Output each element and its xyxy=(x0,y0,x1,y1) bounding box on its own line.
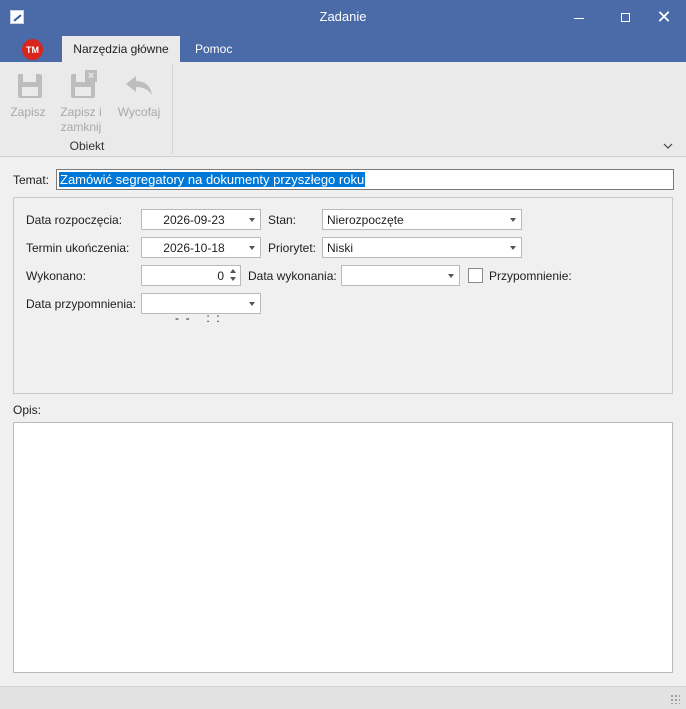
reminder-date-label: Data przypomnienia: xyxy=(26,297,137,311)
close-button[interactable]: ✕ xyxy=(641,0,686,34)
stan-value: Nierozpoczęte xyxy=(327,213,404,227)
ribbon-tab-row: TM Narzędzia główne Pomoc xyxy=(0,34,686,62)
done-percent-stepper[interactable]: 0 xyxy=(141,265,241,286)
save-close-icon: × xyxy=(65,70,97,102)
spin-up-icon[interactable] xyxy=(230,269,236,273)
spin-down-icon[interactable] xyxy=(230,277,236,281)
temat-value: Zamówić segregatory na dokumenty przyszł… xyxy=(59,172,366,187)
temat-input[interactable]: Zamówić segregatory na dokumenty przyszł… xyxy=(56,169,674,190)
tab-help[interactable]: Pomoc xyxy=(195,36,232,62)
ribbon-group-label: Obiekt xyxy=(69,139,105,153)
ribbon-group-separator xyxy=(172,64,173,154)
start-date-label: Data rozpoczęcia: xyxy=(26,213,123,227)
chevron-down-icon xyxy=(448,274,454,278)
app-menu-badge[interactable]: TM xyxy=(22,39,43,60)
save-close-label-line1: Zapisz i xyxy=(60,105,102,119)
chevron-down-icon xyxy=(510,246,516,250)
due-date-label: Termin ukończenia: xyxy=(26,241,130,255)
chevron-down-icon xyxy=(249,218,255,222)
undo-button[interactable]: Wycofaj xyxy=(114,62,164,120)
opis-label: Opis: xyxy=(13,403,42,417)
save-label: Zapisz xyxy=(10,105,46,119)
minimize-icon xyxy=(574,17,584,19)
done-date-label: Data wykonania: xyxy=(248,269,337,283)
reminder-checkbox[interactable] xyxy=(468,268,483,283)
undo-label: Wycofaj xyxy=(117,105,161,119)
save-close-label-line2: zamknij xyxy=(60,120,102,134)
done-date-picker[interactable] xyxy=(341,265,460,286)
due-date-value: 2026-10-18 xyxy=(163,241,225,255)
start-date-value: 2026-09-23 xyxy=(163,213,225,227)
priority-value: Niski xyxy=(327,241,353,255)
close-icon: ✕ xyxy=(656,6,672,27)
reminder-date-picker[interactable]: - - : : xyxy=(141,293,261,325)
stan-label: Stan: xyxy=(268,213,297,227)
done-label: Wykonano: xyxy=(26,269,86,283)
minimize-button[interactable] xyxy=(556,0,602,34)
chevron-down-icon xyxy=(249,246,255,250)
save-button[interactable]: Zapisz xyxy=(8,62,48,120)
resize-grip-icon[interactable] xyxy=(670,694,680,704)
priority-select[interactable]: Niski xyxy=(322,237,522,258)
opis-textarea[interactable] xyxy=(13,422,673,673)
temat-label: Temat: xyxy=(13,173,50,187)
maximize-icon xyxy=(620,12,630,22)
save-icon xyxy=(12,70,44,102)
priority-label: Priorytet: xyxy=(268,241,317,255)
reminder-label: Przypomnienie: xyxy=(489,269,572,283)
tab-home[interactable]: Narzędzia główne xyxy=(62,36,180,62)
undo-icon xyxy=(123,70,155,102)
reminder-date-value: - - : : xyxy=(175,311,220,325)
collapse-chevron-icon[interactable] xyxy=(663,141,673,152)
chevron-down-icon xyxy=(249,302,255,306)
chevron-down-icon xyxy=(510,218,516,222)
status-bar xyxy=(0,686,686,709)
start-date-picker[interactable]: 2026-09-23 xyxy=(141,209,261,230)
due-date-picker[interactable]: 2026-10-18 xyxy=(141,237,261,258)
save-and-close-button[interactable]: × Zapisz i zamknij xyxy=(56,62,106,135)
ribbon: Zapisz × Zapisz i zamknij Wycofaj Obiekt xyxy=(0,62,686,157)
done-value: 0 xyxy=(217,269,224,283)
title-bar: Zadanie ✕ xyxy=(0,0,686,34)
stan-select[interactable]: Nierozpoczęte xyxy=(322,209,522,230)
